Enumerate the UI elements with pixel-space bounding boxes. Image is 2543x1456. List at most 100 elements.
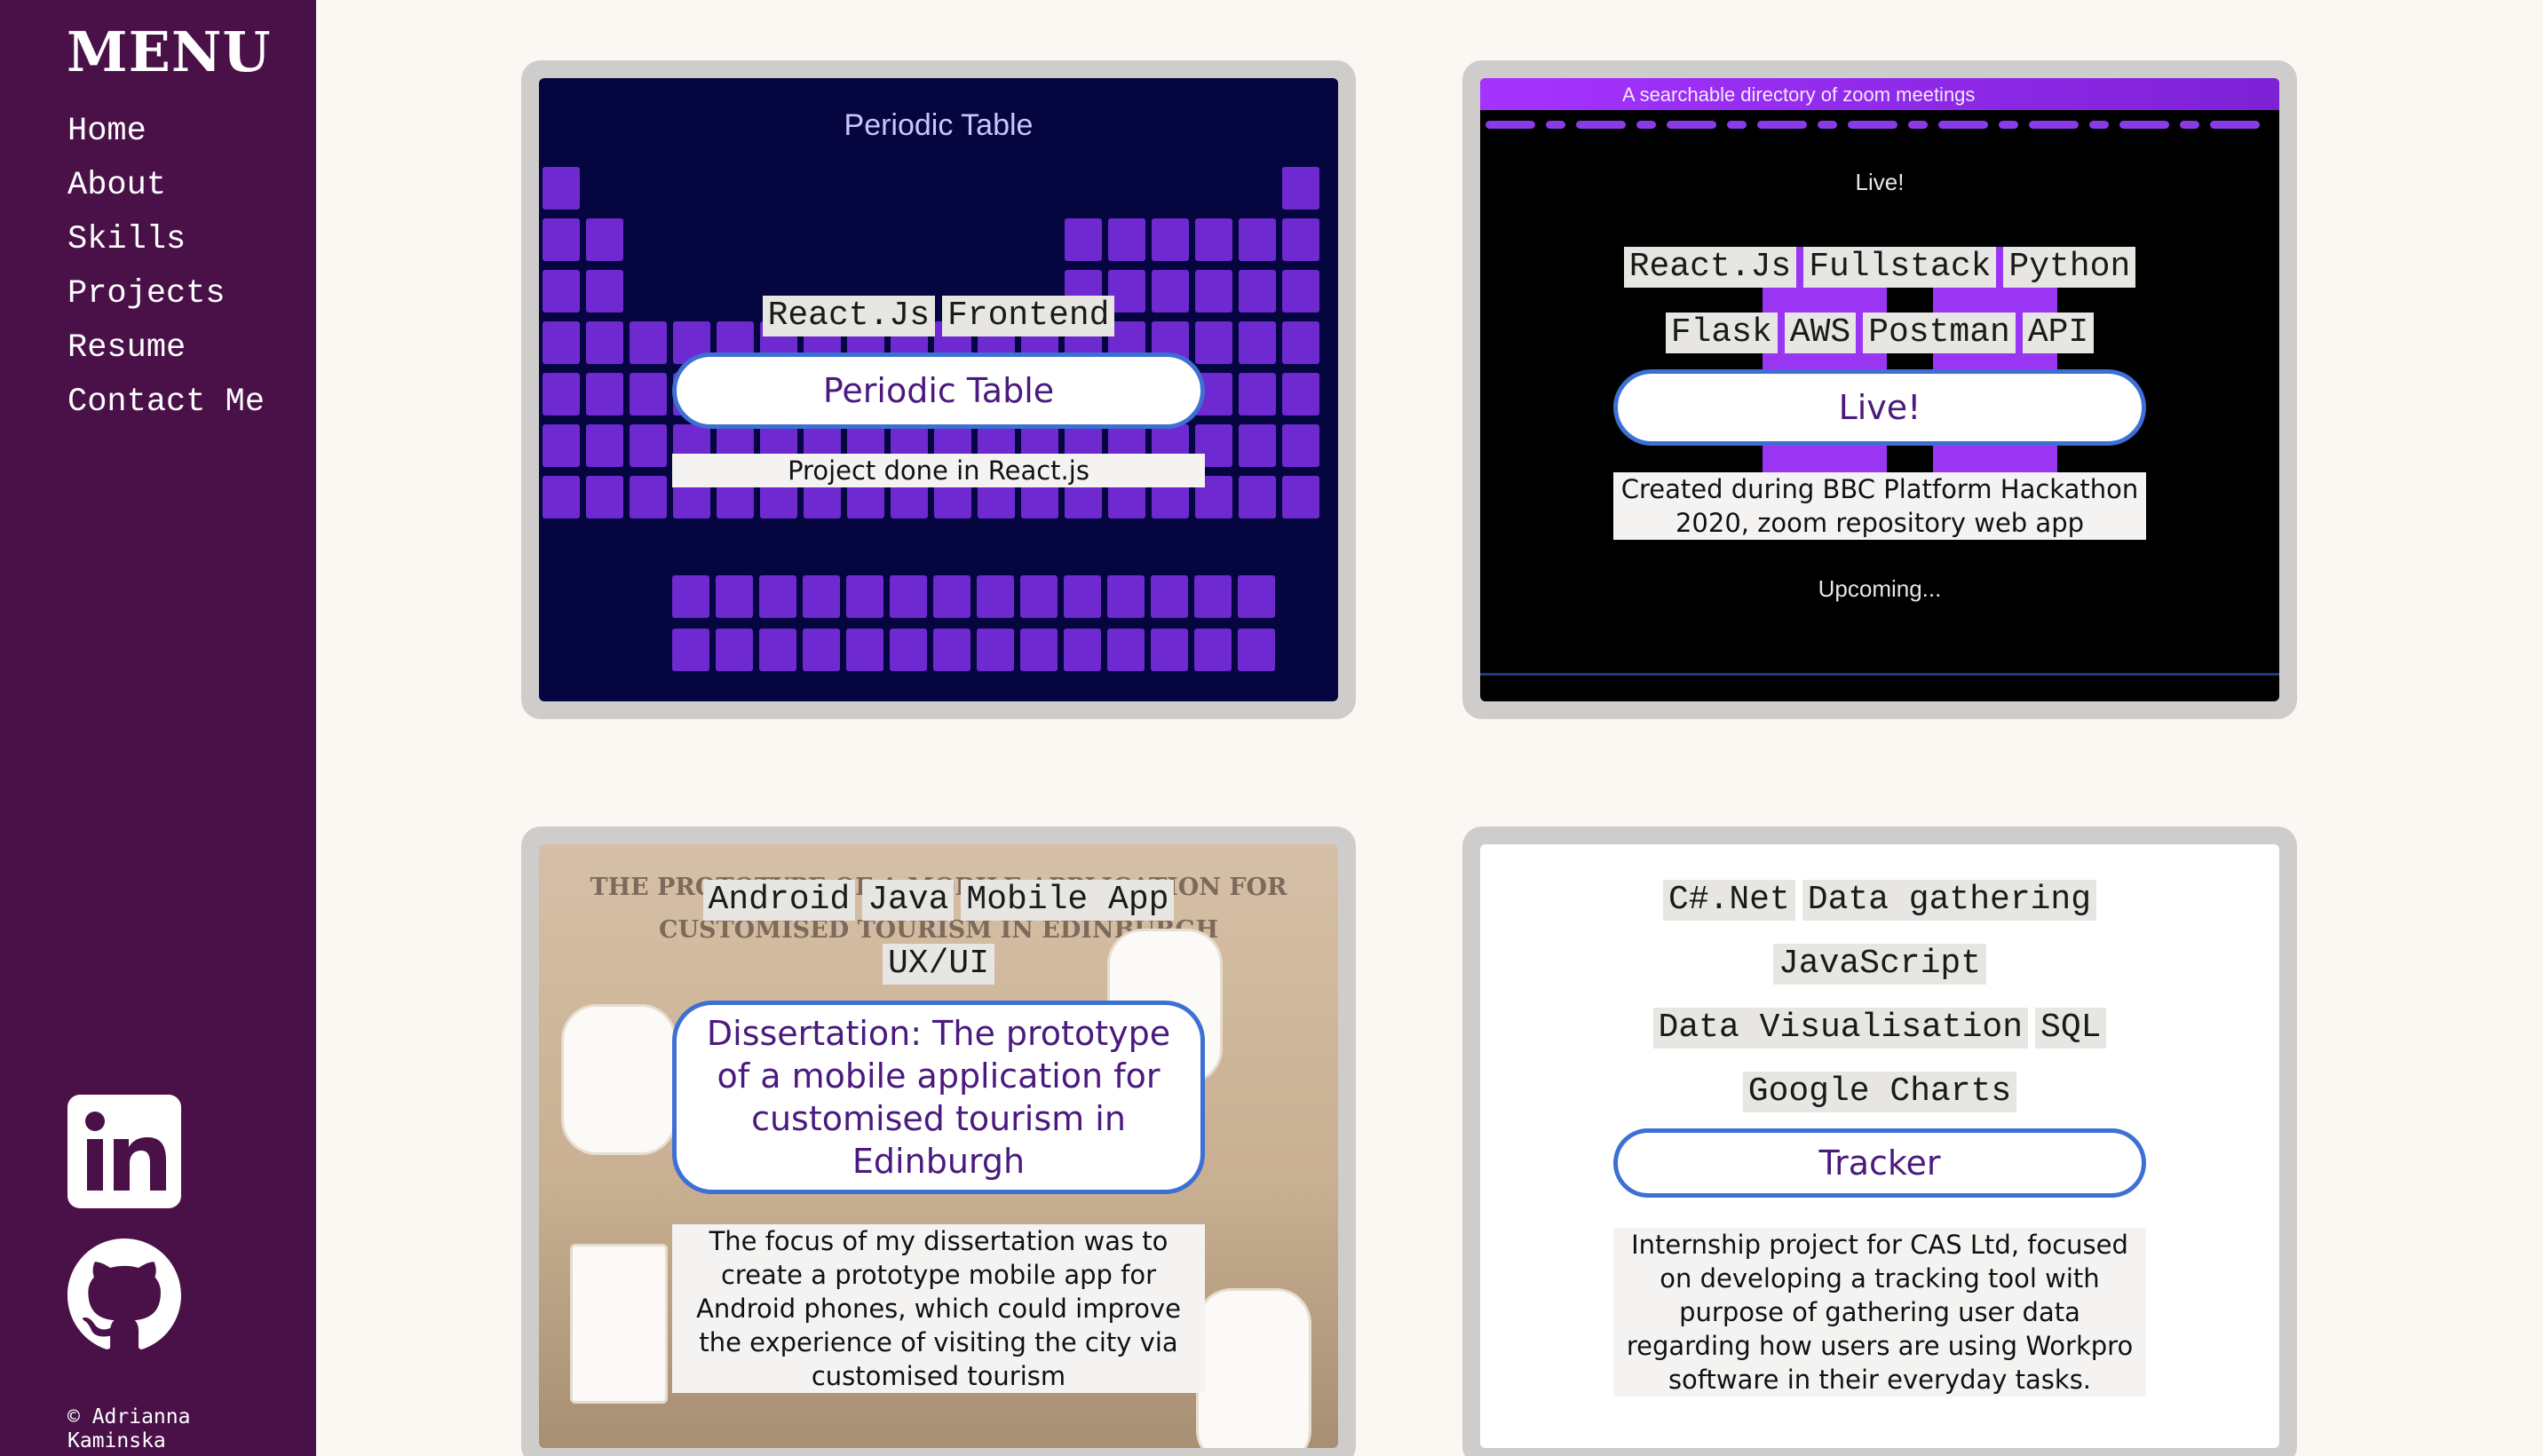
nav-item-projects[interactable]: Projects — [67, 267, 265, 321]
tag: Mobile App — [961, 880, 1175, 921]
nav-item-resume[interactable]: Resume — [67, 321, 265, 376]
screenshot-chip — [2059, 121, 2079, 129]
element-cell — [1020, 629, 1058, 671]
screenshot-chip — [1606, 121, 1626, 129]
screenshot-chip — [1727, 121, 1747, 129]
element-cell — [543, 218, 580, 261]
tag-row: React.Js Fullstack Python — [1623, 247, 2136, 288]
tag: AWS — [1784, 313, 1857, 353]
tag: SQL — [2035, 1008, 2107, 1048]
element-cell — [890, 575, 927, 618]
element-cell — [933, 629, 970, 671]
screenshot-banner-text: A searchable directory of zoom meetings — [1622, 83, 1976, 106]
tag: Google Charts — [1742, 1072, 2017, 1112]
screenshot-live-heading: Live! — [1855, 169, 1905, 195]
element-cell — [846, 629, 883, 671]
sidebar: MENU Home About Skills Projects Resume C… — [0, 0, 316, 1456]
tag: Android — [702, 880, 856, 921]
tag: JavaScript — [1772, 944, 1987, 985]
screenshot-chip — [2180, 121, 2199, 129]
tag: Fullstack — [1803, 247, 1997, 288]
tag: React.Js — [1623, 247, 1797, 288]
element-cell — [1238, 629, 1275, 671]
tag: Data gathering — [1802, 880, 2097, 921]
element-cell — [803, 629, 840, 671]
element-cell — [1151, 575, 1188, 618]
element-cell — [933, 575, 970, 618]
project-title-button[interactable]: Tracker — [1613, 1128, 2146, 1198]
project-card-tracker: C#.Net Data gathering JavaScript Data Vi… — [1462, 827, 2297, 1456]
element-cell — [977, 575, 1014, 618]
element-cell — [586, 218, 623, 261]
element-cell — [716, 575, 753, 618]
tag: Frontend — [942, 296, 1115, 336]
screenshot-chip — [2150, 121, 2169, 129]
element-cell — [1108, 218, 1145, 261]
copyright: © Adrianna Kaminska — [67, 1405, 191, 1452]
element-cell — [1282, 218, 1319, 261]
element-cell — [1065, 218, 1102, 261]
project-card-dissertation: THE PROTOTYPE OF A MOBILE APPLICATION FO… — [521, 827, 1356, 1456]
element-cell — [1107, 575, 1145, 618]
github-icon[interactable] — [67, 1238, 181, 1352]
screenshot-chip — [2240, 121, 2260, 129]
element-cell — [716, 629, 753, 671]
screenshot-chip — [1697, 121, 1716, 129]
project-description: Created during BBC Platform Hackathon 20… — [1613, 472, 2146, 540]
tag: C#.Net — [1662, 880, 1795, 921]
nav-menu: Home About Skills Projects Resume Contac… — [67, 105, 265, 430]
tag-row: Android Java Mobile App — [702, 880, 1175, 921]
tag-row: Flask AWS Postman API — [1665, 313, 2095, 353]
element-cell — [672, 575, 709, 618]
nav-item-contact[interactable]: Contact Me — [67, 376, 265, 430]
tag: React.Js — [762, 296, 935, 336]
screenshot-timeline — [1480, 673, 2279, 676]
screenshot-chip — [1908, 121, 1928, 129]
element-cell — [1064, 629, 1101, 671]
tag: Postman — [1863, 313, 2016, 353]
screenshot-chip — [1516, 121, 1535, 129]
tag-row: Data Visualisation SQL — [1652, 1008, 2107, 1048]
tag: Python — [2003, 247, 2136, 288]
linkedin-icon[interactable] — [67, 1095, 181, 1208]
project-title-button[interactable]: Live! — [1613, 369, 2146, 446]
screenshot-chip — [1787, 121, 1807, 129]
screenshot-chip — [1818, 121, 1837, 129]
screenshot-chip — [1969, 121, 1988, 129]
nav-item-skills[interactable]: Skills — [67, 213, 265, 267]
tag-row: JavaScript — [1772, 944, 1987, 985]
element-cell — [1107, 629, 1145, 671]
project-card-live: A searchable directory of zoom meetings … — [1462, 60, 2297, 719]
tag-row: React.Js Frontend — [762, 296, 1115, 336]
project-title-button[interactable]: Periodic Table — [672, 352, 1205, 429]
element-cell — [672, 629, 709, 671]
screenshot-upcoming-heading: Upcoming... — [1818, 575, 1942, 602]
screenshot-chip — [1878, 121, 1897, 129]
project-card-periodic-table: Periodic Table React.Js Frontend Periodi… — [521, 60, 1356, 719]
element-cell — [759, 575, 796, 618]
tag-row: C#.Net Data gathering — [1662, 880, 2097, 921]
screenshot-banner: A searchable directory of zoom meetings — [1480, 78, 2279, 110]
element-cell — [1194, 575, 1232, 618]
project-title-button[interactable]: Dissertation: The prototype of a mobile … — [672, 1001, 1205, 1194]
project-description: Internship project for CAS Ltd, focused … — [1613, 1228, 2146, 1397]
element-cell — [543, 167, 580, 210]
screenshot-chip — [1546, 121, 1565, 129]
card-overlay: Android Java Mobile App UX/UI Dissertati… — [539, 880, 1338, 1393]
element-cell — [1151, 629, 1188, 671]
nav-item-about[interactable]: About — [67, 159, 265, 213]
tag-row: Google Charts — [1742, 1072, 2017, 1112]
project-description: The focus of my dissertation was to crea… — [672, 1224, 1205, 1393]
tag-row: UX/UI — [882, 944, 995, 985]
screenshot-chip — [1636, 121, 1656, 129]
element-cell — [1152, 218, 1189, 261]
tag: Data Visualisation — [1652, 1008, 2029, 1048]
element-cell — [1064, 575, 1101, 618]
card-overlay: C#.Net Data gathering JavaScript Data Vi… — [1480, 880, 2279, 1397]
element-cell — [1239, 218, 1276, 261]
tag: Flask — [1665, 313, 1778, 353]
tag: Java — [862, 880, 955, 921]
tag: API — [2022, 313, 2095, 353]
element-cell — [759, 629, 796, 671]
nav-item-home[interactable]: Home — [67, 105, 265, 159]
